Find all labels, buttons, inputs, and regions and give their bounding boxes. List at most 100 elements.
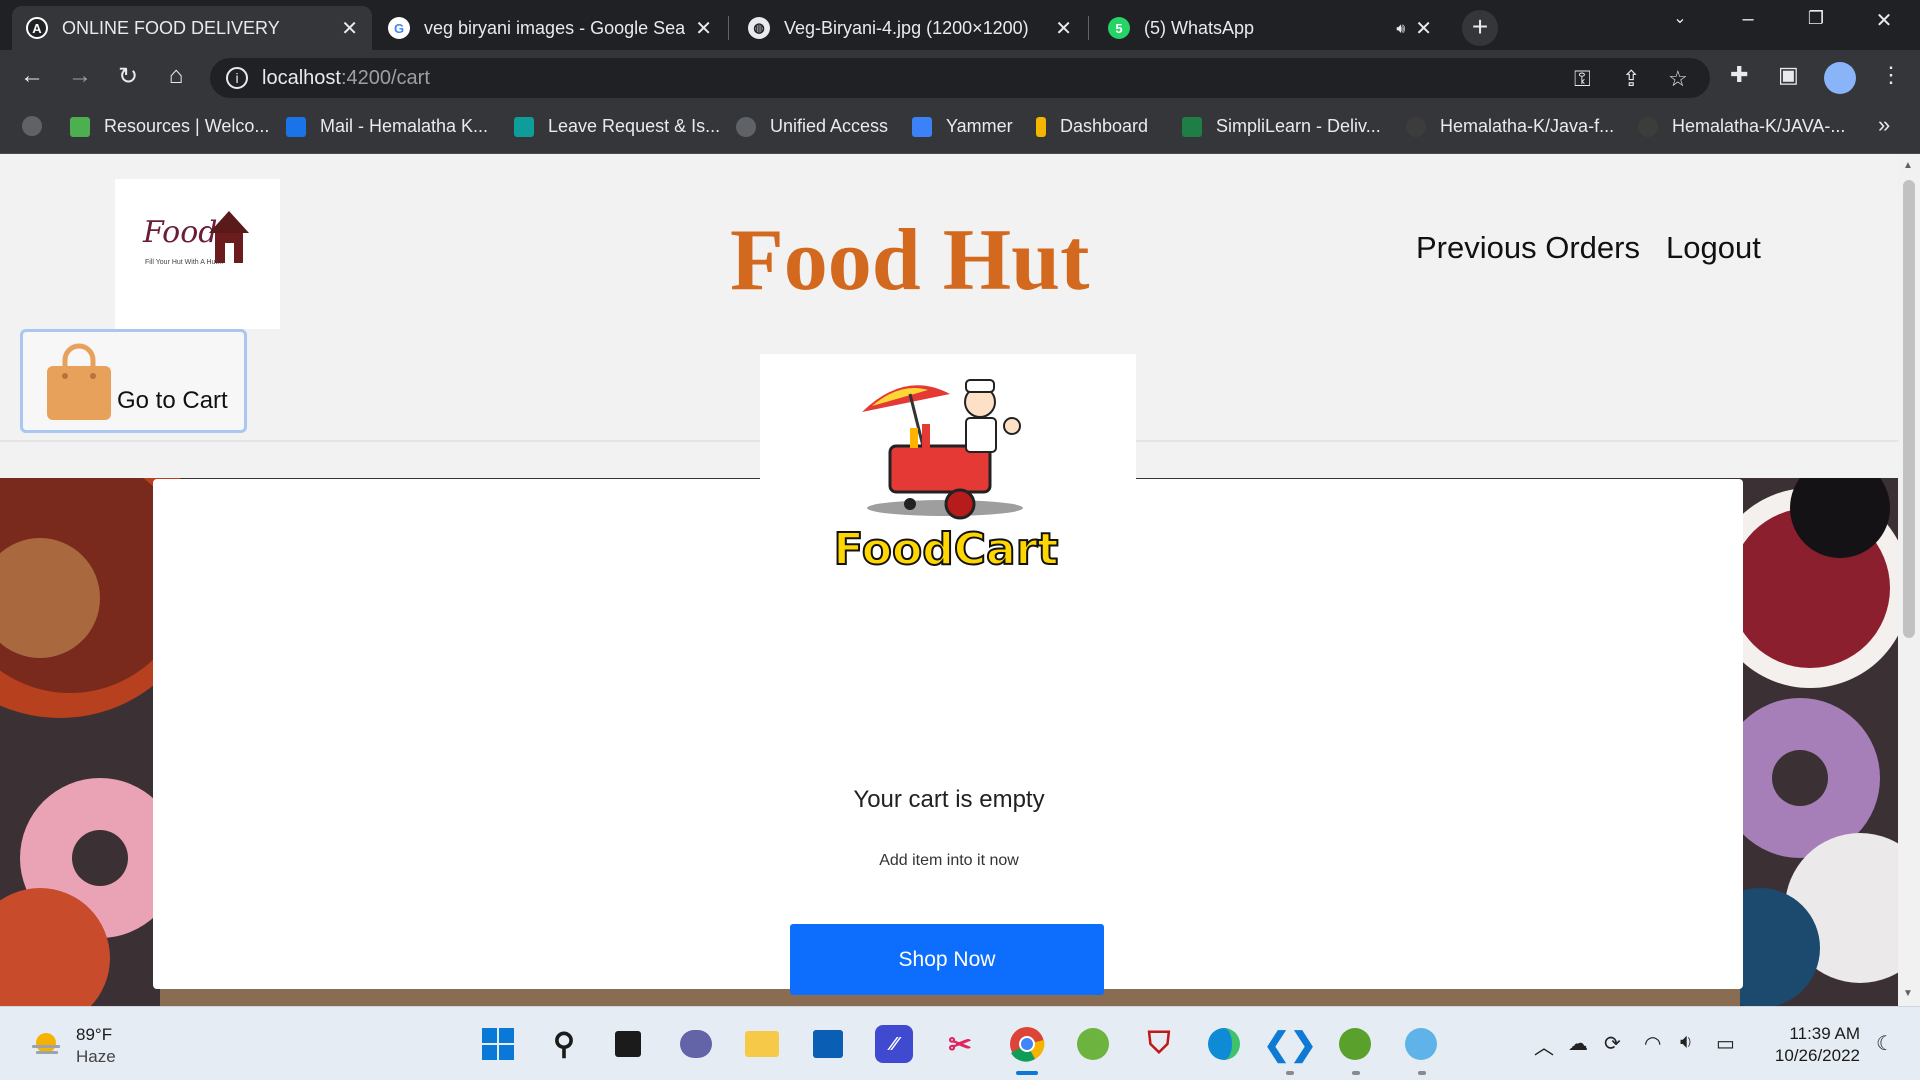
volume-icon[interactable]: 🔉︎	[1680, 1031, 1693, 1054]
tab-whatsapp[interactable]: 5 (5) WhatsApp 🔊︎ ✕	[1094, 6, 1446, 50]
new-tab-button[interactable]: +	[1462, 10, 1498, 46]
mcafee-icon[interactable]: ⛉	[1140, 1025, 1178, 1063]
tab-online-food-delivery[interactable]: A ONLINE FOOD DELIVERY ✕	[12, 6, 372, 50]
edge-icon[interactable]	[1205, 1025, 1243, 1063]
empty-cart-title: Your cart is empty	[853, 786, 1045, 813]
close-tab-icon[interactable]: ✕	[1055, 16, 1072, 41]
food-cart-logo: FoodCart	[760, 354, 1136, 584]
task-view-icon[interactable]	[609, 1025, 647, 1063]
scrollbar-thumb[interactable]	[1903, 180, 1915, 638]
tab-title: (5) WhatsApp	[1144, 17, 1255, 38]
spring-tool-suite-icon[interactable]	[1074, 1025, 1112, 1063]
bookmark-yammer[interactable]: Yammer	[912, 116, 1013, 137]
teams-chat-icon[interactable]	[677, 1025, 715, 1063]
site-info-icon[interactable]: i	[226, 67, 248, 89]
bookmark-resources[interactable]: Resources | Welco...	[70, 116, 269, 137]
wifi-icon[interactable]: ◠	[1644, 1031, 1661, 1056]
go-to-cart-button[interactable]: Go to Cart	[20, 329, 247, 433]
forward-icon[interactable]: →	[64, 62, 96, 90]
url-text[interactable]: localhost:4200/cart	[262, 67, 430, 90]
tab-search-icon[interactable]: ⌄	[1660, 8, 1700, 28]
bookmark-dashboard[interactable]: Dashboard	[1036, 116, 1148, 137]
running-app-indicator	[1352, 1071, 1360, 1075]
bookmark-github-java-f[interactable]: Hemalatha-K/Java-f...	[1406, 116, 1614, 137]
snipping-tool-icon[interactable]: ✂	[941, 1025, 979, 1063]
speaker-icon[interactable]: 🔊︎	[1396, 20, 1405, 37]
key-icon[interactable]: ⚿	[1574, 66, 1591, 92]
show-hidden-icons[interactable]: ︿	[1534, 1031, 1554, 1060]
logo-tagline: Fill Your Hut With A Hut...	[145, 259, 224, 266]
go-to-cart-label: Go to Cart	[117, 387, 228, 414]
scroll-down-icon[interactable]: ▼	[1903, 988, 1913, 999]
back-icon[interactable]: ←	[16, 62, 48, 90]
browser-toolbar: ← → ↻ ⌂ i localhost:4200/cart ⚿ ⇪ ☆ ✚ ▣ …	[0, 50, 1920, 106]
bookmark-unified-access[interactable]: Unified Access	[736, 116, 888, 137]
reload-icon[interactable]: ↻	[112, 62, 144, 91]
whatsapp-icon: 5	[1108, 17, 1130, 39]
spring-boot-icon[interactable]	[1336, 1025, 1374, 1063]
system-clock[interactable]: 11:39 AM 10/26/2022	[1752, 1023, 1860, 1067]
battery-icon[interactable]: ▭	[1716, 1031, 1735, 1056]
start-windows-icon[interactable]	[479, 1025, 517, 1063]
scroll-up-icon[interactable]: ▲	[1903, 160, 1913, 171]
page-scrollbar[interactable]: ▲ ▼	[1898, 154, 1920, 1006]
forms-icon	[514, 116, 534, 137]
tab-title: Veg-Biryani-4.jpg (1200×1200)	[784, 17, 1029, 38]
close-tab-icon[interactable]: ✕	[341, 16, 358, 41]
bookmark-simplilearn[interactable]: SimpliLearn - Deliv...	[1182, 116, 1381, 137]
weather-widget[interactable]: 89°F Haze	[26, 1023, 176, 1067]
share-icon[interactable]: ⇪	[1622, 66, 1640, 92]
home-icon[interactable]: ⌂	[160, 62, 192, 90]
close-tab-icon[interactable]: ✕	[695, 16, 712, 41]
side-panel-icon[interactable]: ▣	[1778, 62, 1799, 88]
tab-strip: A ONLINE FOOD DELIVERY ✕ G veg biryani i…	[0, 0, 1920, 50]
tab-veg-biryani-image[interactable]: ◍ Veg-Biryani-4.jpg (1200×1200) ✕	[734, 6, 1086, 50]
microsoft-store-icon[interactable]	[809, 1025, 847, 1063]
restore-icon[interactable]: ❐	[1796, 8, 1836, 29]
nav-previous-orders[interactable]: Previous Orders	[1416, 230, 1640, 266]
windows-taskbar: 89°F Haze ⚲ ⁄⁄ ✂ ⛉ ❮❯ ︿ ☁ ⟳ ◠ 🔉︎ ▭ 11:39…	[0, 1006, 1920, 1080]
vscode-icon[interactable]: ❮❯	[1263, 1025, 1317, 1063]
bookmark-mail[interactable]: Mail - Hemalatha K...	[286, 116, 488, 137]
power-automate-icon[interactable]: ⁄⁄	[875, 1025, 913, 1063]
file-explorer-icon[interactable]	[743, 1025, 781, 1063]
food-cart-illustration: FoodCart	[833, 379, 1059, 576]
chrome-icon[interactable]	[1008, 1025, 1046, 1063]
more-bookmarks-icon[interactable]: »	[1878, 112, 1890, 138]
shop-now-button[interactable]: Shop Now	[790, 924, 1104, 995]
excel-icon	[1182, 116, 1202, 137]
weather-temperature: 89°F	[76, 1025, 113, 1044]
bookmark-leave-request[interactable]: Leave Request & Is...	[514, 116, 720, 137]
globe-icon: ◍	[748, 17, 770, 39]
sync-icon[interactable]: ⟳	[1604, 1031, 1621, 1056]
search-icon[interactable]: ⚲	[545, 1025, 583, 1063]
running-app-indicator	[1418, 1071, 1426, 1075]
tab-separator	[1088, 16, 1089, 40]
minimize-icon[interactable]: –	[1728, 8, 1768, 31]
do-not-disturb-moon-icon[interactable]: ☾	[1876, 1031, 1894, 1056]
tab-title: ONLINE FOOD DELIVERY	[62, 17, 280, 38]
active-app-indicator	[1016, 1071, 1038, 1075]
nav-logout[interactable]: Logout	[1666, 230, 1761, 266]
menu-kebab-icon[interactable]: ⋮	[1880, 62, 1902, 88]
food-cart-logo-text: FoodCart	[834, 524, 1059, 575]
apps-icon[interactable]	[22, 116, 56, 136]
tab-google-search[interactable]: G veg biryani images - Google Sear ✕	[374, 6, 726, 50]
page-viewport: Food Fill Your Hut With A Hut... Food Hu…	[0, 154, 1898, 1006]
close-tab-icon[interactable]: ✕	[1415, 16, 1432, 41]
google-icon: G	[388, 17, 410, 39]
profile-avatar-icon[interactable]	[1824, 62, 1856, 94]
bookmarks-bar: Resources | Welco... Mail - Hemalatha K.…	[0, 106, 1920, 154]
bookmark-github-java[interactable]: Hemalatha-K/JAVA-...	[1638, 116, 1845, 137]
extensions-icon[interactable]: ✚	[1730, 62, 1748, 88]
shopping-bag-icon	[47, 343, 111, 420]
close-window-icon[interactable]: ✕	[1864, 8, 1904, 33]
address-bar[interactable]: i localhost:4200/cart ⚿ ⇪ ☆	[210, 58, 1710, 98]
empty-cart-subtitle: Add item into it now	[879, 852, 1019, 869]
food-hut-logo[interactable]: Food Fill Your Hut With A Hut...	[115, 179, 280, 329]
github-icon	[1638, 116, 1658, 137]
home-icon	[70, 116, 90, 137]
paint-icon[interactable]	[1402, 1025, 1440, 1063]
onedrive-cloud-icon[interactable]: ☁	[1568, 1031, 1588, 1056]
bookmark-star-icon[interactable]: ☆	[1668, 66, 1688, 92]
